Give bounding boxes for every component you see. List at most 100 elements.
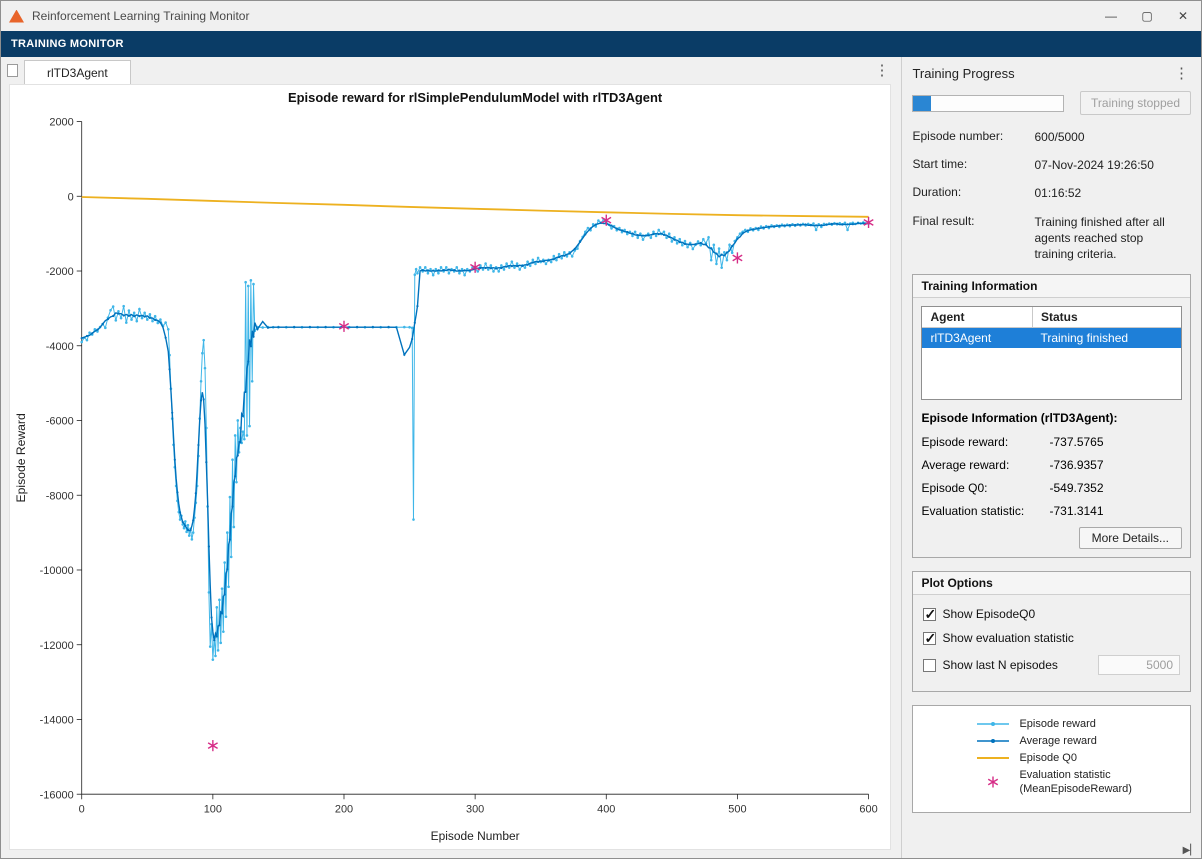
panel-title: Training Progress xyxy=(912,66,1014,81)
window-title: Reinforcement Learning Training Monitor xyxy=(32,9,249,23)
panel-overflow-menu-icon[interactable]: ⋮ xyxy=(1174,66,1189,81)
training-information-section: Training Information Agent Status xyxy=(912,274,1191,558)
training-progress-bar xyxy=(912,95,1064,112)
legend-label: Average reward xyxy=(1019,735,1096,747)
info-label: Episode reward: xyxy=(921,435,1049,449)
col-agent[interactable]: Agent xyxy=(922,307,1032,328)
legend-item-evaluation-statistic: Evaluation statistic (MeanEpisodeReward) xyxy=(975,768,1190,797)
legend-swatch xyxy=(975,751,1011,765)
legend-label: Episode Q0 xyxy=(1019,752,1076,764)
svg-text:-14000: -14000 xyxy=(40,714,74,726)
training-stopped-button[interactable]: Training stopped xyxy=(1080,91,1191,115)
legend-swatch xyxy=(975,734,1011,748)
svg-text:600: 600 xyxy=(859,803,877,815)
reward-plot: 0 100 200 300 400 500 600 2000 0 -2000 -4000 -6000 -… xyxy=(10,85,890,849)
tab-label: rlTD3Agent xyxy=(47,66,108,80)
info-episode-reward: Episode reward: -737.5765 xyxy=(921,435,1182,449)
svg-text:Episode Number: Episode Number xyxy=(431,829,520,843)
svg-text:-16000: -16000 xyxy=(40,789,74,801)
svg-text:Episode reward for rlSimplePen: Episode reward for rlSimplePendulumModel… xyxy=(288,90,663,105)
maximize-button[interactable]: ▢ xyxy=(1129,1,1165,31)
field-duration: Duration: 01:16:52 xyxy=(912,185,1191,201)
show-last-n-episodes-checkbox[interactable] xyxy=(923,659,936,672)
info-value: -731.3141 xyxy=(1049,504,1103,518)
svg-text:-4000: -4000 xyxy=(46,341,74,353)
field-value: 01:16:52 xyxy=(1034,185,1191,201)
ribbon: TRAINING MONITOR xyxy=(1,31,1201,57)
legend-item-episode-q0: Episode Q0 xyxy=(975,751,1190,765)
plot-region: rlTD3Agent ⋮ 0 100 200 300 400 500 600 2000 0 -20… xyxy=(1,57,901,858)
legend-item-average-reward: Average reward xyxy=(975,734,1190,748)
svg-text:500: 500 xyxy=(728,803,746,815)
n-episodes-input[interactable] xyxy=(1098,655,1180,675)
close-button[interactable]: ✕ xyxy=(1165,1,1201,31)
plot-legend: Episode reward Average reward Episode Q0… xyxy=(912,705,1191,813)
svg-text:-8000: -8000 xyxy=(46,490,74,502)
titlebar: Reinforcement Learning Training Monitor … xyxy=(1,1,1201,31)
tab-rltd3agent[interactable]: rlTD3Agent xyxy=(24,60,131,85)
col-status[interactable]: Status xyxy=(1032,307,1181,328)
minimize-button[interactable]: — xyxy=(1093,1,1129,31)
svg-text:-12000: -12000 xyxy=(40,640,74,652)
plot-panel: 0 100 200 300 400 500 600 2000 0 -2000 -4000 -6000 -… xyxy=(9,84,891,850)
info-value: -737.5765 xyxy=(1049,435,1103,449)
legend-label: Evaluation statistic (MeanEpisodeReward) xyxy=(1019,768,1132,797)
plot-overflow-menu-icon[interactable]: ⋮ xyxy=(874,63,889,78)
cell-status: Training finished xyxy=(1032,328,1181,349)
panel-collapse-icon[interactable]: ▶▏ xyxy=(1183,845,1198,856)
app-window: Reinforcement Learning Training Monitor … xyxy=(0,0,1202,859)
plot-options-section: Plot Options Show EpisodeQ0 Show evaluat… xyxy=(912,571,1191,692)
training-progress-panel: Training Progress ⋮ Training stopped Epi… xyxy=(901,57,1201,858)
episode-information-header: Episode Information (rlTD3Agent): xyxy=(921,411,1182,425)
agent-status-table: Agent Status rlTD3Agent Training finishe… xyxy=(922,307,1181,348)
plot-option-row: Show evaluation statistic xyxy=(923,631,1180,645)
plot-option-row: Show last N episodes xyxy=(923,655,1180,675)
field-label: Final result: xyxy=(912,214,1034,263)
field-final-result: Final result: Training finished after al… xyxy=(912,214,1191,263)
info-average-reward: Average reward: -736.9357 xyxy=(921,458,1182,472)
matlab-icon xyxy=(9,10,24,23)
info-label: Evaluation statistic: xyxy=(921,504,1049,518)
option-label: Show last N episodes xyxy=(942,658,1057,672)
cell-agent: rlTD3Agent xyxy=(922,328,1032,349)
field-label: Duration: xyxy=(912,185,1034,201)
field-start-time: Start time: 07-Nov-2024 19:26:50 xyxy=(912,157,1191,173)
svg-text:100: 100 xyxy=(204,803,222,815)
svg-text:Episode Reward: Episode Reward xyxy=(14,413,28,502)
document-bar-icon xyxy=(7,64,18,77)
svg-text:0: 0 xyxy=(79,803,85,815)
field-label: Start time: xyxy=(912,157,1034,173)
more-details-button[interactable]: More Details... xyxy=(1079,527,1182,549)
svg-text:-10000: -10000 xyxy=(40,565,74,577)
ribbon-tab-training-monitor[interactable]: TRAINING MONITOR xyxy=(11,38,124,50)
info-label: Average reward: xyxy=(921,458,1049,472)
option-label: Show evaluation statistic xyxy=(942,631,1073,645)
svg-text:0: 0 xyxy=(68,191,74,203)
show-episodeq0-checkbox[interactable] xyxy=(923,608,936,621)
document-tabbar: rlTD3Agent ⋮ xyxy=(1,57,901,84)
table-row[interactable]: rlTD3Agent Training finished xyxy=(922,328,1181,349)
info-value: -549.7352 xyxy=(1049,481,1103,495)
plot-options-header: Plot Options xyxy=(913,572,1190,595)
training-information-header: Training Information xyxy=(913,275,1190,298)
svg-text:400: 400 xyxy=(597,803,615,815)
legend-label: Episode reward xyxy=(1019,718,1095,730)
svg-text:300: 300 xyxy=(466,803,484,815)
field-value: 07-Nov-2024 19:26:50 xyxy=(1034,157,1191,173)
plot-option-row: Show EpisodeQ0 xyxy=(923,607,1180,621)
legend-item-episode-reward: Episode reward xyxy=(975,717,1190,731)
field-episode-number: Episode number: 600/5000 xyxy=(912,129,1191,145)
show-evaluation-statistic-checkbox[interactable] xyxy=(923,632,936,645)
svg-text:-6000: -6000 xyxy=(46,415,74,427)
svg-text:2000: 2000 xyxy=(49,117,73,129)
info-episode-q0: Episode Q0: -549.7352 xyxy=(921,481,1182,495)
field-label: Episode number: xyxy=(912,129,1034,145)
info-value: -736.9357 xyxy=(1049,458,1103,472)
svg-text:200: 200 xyxy=(335,803,353,815)
svg-text:-2000: -2000 xyxy=(46,266,74,278)
field-value: Training finished after all agents reach… xyxy=(1034,214,1184,263)
progress-fill xyxy=(913,96,931,111)
legend-swatch xyxy=(975,717,1011,731)
info-evaluation-statistic: Evaluation statistic: -731.3141 xyxy=(921,504,1182,518)
field-value: 600/5000 xyxy=(1034,129,1191,145)
